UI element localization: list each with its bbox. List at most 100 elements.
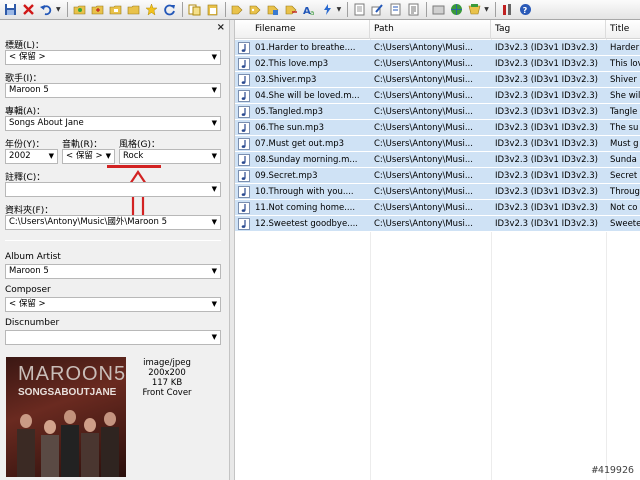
audio-file-icon <box>238 218 250 230</box>
folder-alt-icon[interactable] <box>125 1 142 18</box>
cover-type: Front Cover <box>142 388 192 398</box>
edit-icon[interactable] <box>369 1 386 18</box>
table-row[interactable]: 06.The sun.mp3 C:\Users\Antony\Musi... ID3… <box>235 120 640 136</box>
folder-icon[interactable] <box>107 1 124 18</box>
tools-icon[interactable] <box>466 1 483 18</box>
cell-title: Secret <box>610 171 638 181</box>
playlist-icon[interactable] <box>405 1 422 18</box>
close-icon[interactable]: × <box>217 22 225 33</box>
save-icon[interactable] <box>2 1 19 18</box>
album-artist-field[interactable]: Maroon 5 ▼ <box>5 264 221 279</box>
discnumber-field[interactable]: ▼ <box>5 330 221 345</box>
composer-value: < 保留 > <box>9 299 46 309</box>
tag-copy-icon[interactable] <box>283 1 300 18</box>
chevron-down-icon[interactable]: ▼ <box>212 183 217 196</box>
cell-path: C:\Users\Antony\Musi... <box>374 155 473 165</box>
settings-icon[interactable] <box>499 1 516 18</box>
table-row[interactable]: 11.Not coming home.... C:\Users\Antony\Mu… <box>235 200 640 216</box>
year-field[interactable]: 2002 ▼ <box>5 149 58 164</box>
table-row[interactable]: 09.Secret.mp3 C:\Users\Antony\Musi... ID3v… <box>235 168 640 184</box>
table-row[interactable]: 02.This love.mp3 C:\Users\Antony\Musi... I… <box>235 56 640 72</box>
genre-field[interactable]: Rock ▼ <box>119 149 221 164</box>
cell-title: Harder <box>610 43 640 53</box>
undo-dropdown-icon[interactable]: ▼ <box>56 6 61 13</box>
chevron-down-icon[interactable]: ▼ <box>212 150 217 163</box>
cell-filename: 11.Not coming home.... <box>255 203 356 213</box>
comment-field[interactable]: ▼ <box>5 182 221 197</box>
undo-icon[interactable] <box>38 1 55 18</box>
delete-icon[interactable] <box>20 1 37 18</box>
cell-filename: 06.The sun.mp3 <box>255 123 325 133</box>
track-field[interactable]: < 保留 > ▼ <box>62 149 115 164</box>
open-folder-icon[interactable] <box>71 1 88 18</box>
file-list: Filename Path Tag Title 01.Harder to bre… <box>235 20 640 480</box>
table-row[interactable]: 05.Tangled.mp3 C:\Users\Antony\Musi... ID3… <box>235 104 640 120</box>
album-field[interactable]: Songs About Jane ▼ <box>5 116 221 131</box>
audio-file-icon <box>238 90 250 102</box>
chevron-down-icon[interactable]: ▼ <box>106 150 111 163</box>
artist-value: Maroon 5 <box>9 85 49 95</box>
table-row[interactable]: 03.Shiver.mp3 C:\Users\Antony\Musi... ID3v… <box>235 72 640 88</box>
chevron-down-icon[interactable]: ▼ <box>212 298 217 311</box>
table-row[interactable]: 01.Harder to breathe.... C:\Users\Antony\… <box>235 40 640 56</box>
favorite-icon[interactable] <box>143 1 160 18</box>
options-icon[interactable] <box>430 1 447 18</box>
album-cover-image[interactable]: MAROON5 SONGSABOUTJANE <box>6 357 126 477</box>
text-file-icon[interactable] <box>351 1 368 18</box>
cell-filename: 08.Sunday morning.m... <box>255 155 358 165</box>
tag-case-icon[interactable]: Aa <box>301 1 318 18</box>
cover-mime: image/jpeg <box>143 358 191 368</box>
column-header-title[interactable]: Title <box>606 20 640 39</box>
title-value: < 保留 > <box>9 52 46 62</box>
paste-icon[interactable] <box>204 1 221 18</box>
list-header: Filename Path Tag Title <box>235 20 640 39</box>
cell-path: C:\Users\Antony\Musi... <box>374 91 473 101</box>
actions-icon[interactable] <box>319 1 336 18</box>
genre-value: Rock <box>123 151 144 161</box>
cell-path: C:\Users\Antony\Musi... <box>374 139 473 149</box>
column-header-tag[interactable]: Tag <box>491 20 606 39</box>
artist-field[interactable]: Maroon 5 ▼ <box>5 83 221 98</box>
table-row[interactable]: 07.Must get out.mp3 C:\Users\Antony\Musi.… <box>235 136 640 152</box>
chevron-down-icon[interactable]: ▼ <box>212 216 217 229</box>
table-row[interactable]: 08.Sunday morning.m... C:\Users\Antony\Mu… <box>235 152 640 168</box>
band-photo <box>17 410 119 477</box>
export-icon[interactable] <box>387 1 404 18</box>
add-folder-icon[interactable] <box>89 1 106 18</box>
chevron-down-icon[interactable]: ▼ <box>212 84 217 97</box>
actions-dropdown-icon[interactable]: ▼ <box>337 6 342 13</box>
tag-convert-icon[interactable] <box>265 1 282 18</box>
cover-dimensions: 200x200 <box>148 368 186 378</box>
cell-tag: ID3v2.3 (ID3v1 ID3v2.3) <box>495 155 598 165</box>
chevron-down-icon[interactable]: ▼ <box>212 117 217 130</box>
chevron-down-icon[interactable]: ▼ <box>212 51 217 64</box>
composer-field[interactable]: < 保留 > ▼ <box>5 297 221 312</box>
watermark: #419926 <box>591 465 634 476</box>
table-row[interactable]: 12.Sweetest goodbye.... C:\Users\Antony\M… <box>235 216 640 232</box>
chevron-down-icon[interactable]: ▼ <box>212 265 217 278</box>
column-header-path[interactable]: Path <box>370 20 491 39</box>
cover-band-text: MAROON5 <box>18 363 126 385</box>
help-icon[interactable]: ? <box>517 1 534 18</box>
copy-icon[interactable] <box>186 1 203 18</box>
title-field[interactable]: < 保留 > ▼ <box>5 50 221 65</box>
table-row[interactable]: 04.She will be loved.m... C:\Users\Antony… <box>235 88 640 104</box>
cell-path: C:\Users\Antony\Musi... <box>374 219 473 229</box>
cover-size: 117 KB <box>151 378 183 388</box>
svg-text:?: ? <box>522 6 527 15</box>
column-header-filename[interactable]: Filename <box>235 20 370 39</box>
directory-field[interactable]: C:\Users\Antony\Music\國外\Maroon 5 ▼ <box>5 215 221 230</box>
chevron-down-icon[interactable]: ▼ <box>212 331 217 344</box>
cover-info: image/jpeg 200x200 117 KB Front Cover <box>130 358 204 398</box>
tools-dropdown-icon[interactable]: ▼ <box>484 6 489 13</box>
web-icon[interactable] <box>448 1 465 18</box>
svg-text:a: a <box>310 9 314 16</box>
chevron-down-icon[interactable]: ▼ <box>49 150 54 163</box>
tag-source-icon[interactable] <box>229 1 246 18</box>
cell-title: Throug <box>610 187 640 197</box>
refresh-icon[interactable] <box>161 1 178 18</box>
table-row[interactable]: 10.Through with you.... C:\Users\Antony\M… <box>235 184 640 200</box>
tag-edit-icon[interactable] <box>247 1 264 18</box>
toolbar-separator <box>224 2 226 17</box>
audio-file-icon <box>238 106 250 118</box>
